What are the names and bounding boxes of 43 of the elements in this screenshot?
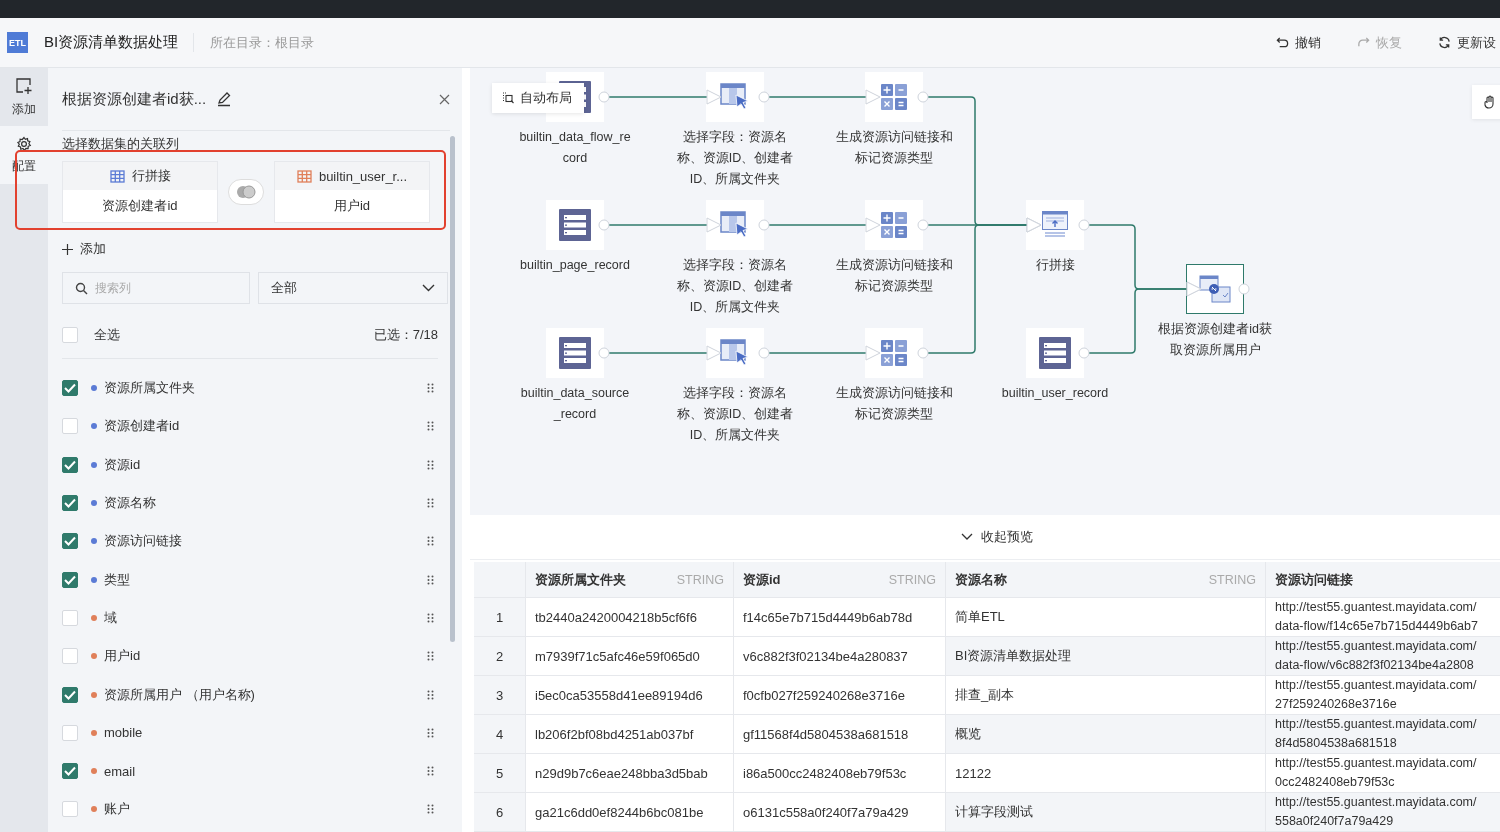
column-name: 资源所属用户 （用户名称) [104,685,255,704]
table-cell: v6c882f3f02134be4a280837 [734,637,946,675]
node-label: 生成资源访问链接和 标记资源类型 [834,385,954,423]
node-label: builtin_data_source _record [519,385,631,423]
node-label: 根据资源创建者id获 取资源所属用户 [1157,321,1273,359]
column-name: 资源id [104,455,141,474]
table-cell: lb206f2bf08bd4251ab037bf [526,715,734,753]
column-name: 资源名称 [104,494,156,513]
section-label: 选择数据集的关联列 [62,136,180,153]
node-label: builtin_page_record [519,257,631,274]
node-label: 选择字段：资源名 称、资源ID、创建者 ID、所属文件夹 [675,257,795,316]
select-all-label: 全选 [94,325,120,344]
node-label: 生成资源访问链接和 标记资源类型 [834,257,954,295]
node-label: 选择字段：资源名 称、资源ID、创建者 ID、所属文件夹 [675,385,795,444]
dataset-name: builtin_user_r... [318,168,408,184]
row-number: 5 [474,754,526,792]
node-label: builtin_user_record [1000,385,1110,402]
column-name: 资源所属文件夹 [104,379,195,398]
row-number: 1 [474,598,526,636]
column-name: 域 [104,608,117,627]
etl-logo: ETL [7,32,28,53]
node-label: 行拼接 [1034,257,1076,274]
node-label: builtin_data_flow_re cord [518,129,632,167]
dataset-name: 行拼接 [131,167,171,185]
table-cell: ga21c6dd0ef8244b6bc081be [526,793,734,831]
directory-path: 所在目录：根目录 [210,33,315,52]
table-cell-text: http://test55.guantest.mayidata.com/ 558a0f240f7a79a429 [1274,794,1478,830]
column-name: 类型 [104,570,130,589]
column-name: 用户id [104,647,141,666]
table-cell: m7939f71c5afc46e59f065d0 [526,637,734,675]
panel-title: 根据资源创建者id获... [62,89,207,109]
row-number: 3 [474,676,526,714]
column-name: 账户 [104,800,130,819]
table-cell: o6131c558a0f240f7a79a429 [734,793,946,831]
table-cell: gf11568f4d5804538a681518 [734,715,946,753]
column-name: email [104,763,136,779]
column-name: 资源创建者id [104,417,180,436]
node-label: 选择字段：资源名 称、资源ID、创建者 ID、所属文件夹 [675,129,795,188]
selected-count: 已选：7/18 [373,325,438,344]
node-label: 生成资源访问链接和 标记资源类型 [834,129,954,167]
column-name: mobile [104,725,143,741]
page-title: BI资源清单数据处理 [44,33,195,52]
column-name: 资源访问链接 [104,532,182,551]
